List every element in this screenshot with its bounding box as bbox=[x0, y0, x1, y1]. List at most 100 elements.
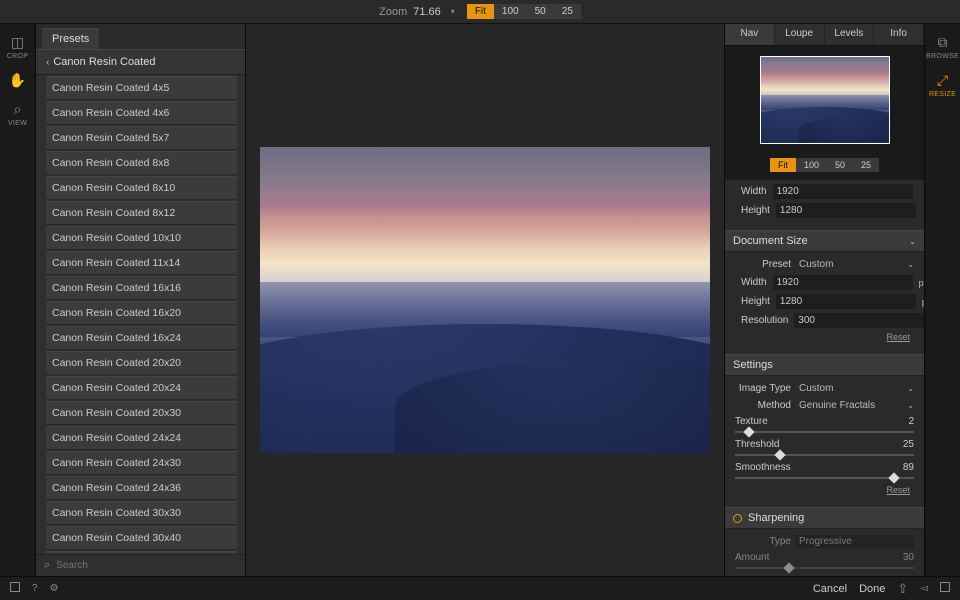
right-tool-strip: ⧉Browse ⤢Resize bbox=[924, 24, 960, 576]
preset-item[interactable]: Canon Resin Coated 20x24 bbox=[46, 376, 237, 400]
chevron-down-icon[interactable]: ⌄ bbox=[907, 384, 914, 393]
quick-height-input[interactable] bbox=[776, 203, 916, 218]
doc-width-input[interactable] bbox=[773, 275, 913, 290]
tool-resize[interactable]: ⤢Resize bbox=[929, 72, 956, 98]
tab-levels[interactable]: Levels bbox=[825, 24, 875, 45]
share-icon[interactable]: ⇪ bbox=[897, 581, 908, 597]
tool-pan[interactable]: ✋ bbox=[9, 72, 26, 89]
preset-item[interactable]: Canon Resin Coated 20x30 bbox=[46, 401, 237, 425]
preset-item[interactable]: Canon Resin Coated 4x5 bbox=[46, 76, 237, 100]
doc-height-label: Height bbox=[741, 296, 770, 307]
section-title: Sharpening bbox=[748, 512, 804, 524]
tool-view[interactable]: ⌕View bbox=[8, 101, 27, 127]
section-sharpening[interactable]: Sharpening bbox=[725, 507, 924, 529]
preset-select[interactable]: Custom bbox=[795, 258, 901, 271]
grid-icon[interactable] bbox=[10, 582, 20, 595]
preset-item[interactable]: Canon Resin Coated 16x20 bbox=[46, 301, 237, 325]
zoom-btn-100[interactable]: 100 bbox=[494, 4, 527, 19]
nav-preview[interactable] bbox=[760, 56, 890, 144]
tool-crop[interactable]: ◫Crop bbox=[7, 34, 28, 60]
preset-item[interactable]: Canon Resin Coated 4x6 bbox=[46, 101, 237, 125]
preset-item[interactable]: Canon Resin Coated 10x10 bbox=[46, 226, 237, 250]
quick-height-label: Height bbox=[741, 205, 770, 216]
preset-item[interactable]: Canon Resin Coated 11x14 bbox=[46, 251, 237, 275]
image-type-select[interactable]: Custom bbox=[795, 382, 901, 395]
preset-search: ⌕ bbox=[36, 554, 245, 576]
preset-item[interactable]: Canon Resin Coated 8x12 bbox=[46, 201, 237, 225]
zoom-btn-25[interactable]: 25 bbox=[554, 4, 581, 19]
right-inspector: NavLoupeLevelsInfo Fit1005025 Width Heig… bbox=[724, 24, 924, 576]
zoom-label: Zoom bbox=[379, 6, 407, 18]
chevron-down-icon[interactable]: ⌄ bbox=[907, 260, 914, 269]
done-button[interactable]: Done bbox=[859, 583, 885, 595]
preset-item[interactable]: Canon Resin Coated 16x16 bbox=[46, 276, 237, 300]
image-type-label: Image Type bbox=[735, 383, 791, 394]
cancel-button[interactable]: Cancel bbox=[813, 583, 847, 595]
preset-item[interactable]: Canon Resin Coated 8x8 bbox=[46, 151, 237, 175]
app-icon[interactable] bbox=[940, 582, 950, 595]
preset-item[interactable]: Canon Resin Coated 5x7 bbox=[46, 126, 237, 150]
gear-icon[interactable]: ⚙ bbox=[50, 583, 59, 594]
browse-icon: ⧉ bbox=[937, 34, 947, 51]
nav-zoom-100[interactable]: 100 bbox=[796, 158, 827, 172]
chevron-left-icon: ‹ bbox=[46, 57, 49, 68]
nav-zoom-buttons: Fit1005025 bbox=[725, 154, 924, 180]
zoom-buttons: Fit1005025 bbox=[467, 4, 581, 19]
section-settings[interactable]: Settings bbox=[725, 354, 924, 376]
tab-info[interactable]: Info bbox=[874, 24, 924, 45]
threshold-slider[interactable]: Threshold25 bbox=[731, 437, 918, 460]
presets-panel: Presets ‹ Canon Resin Coated Canon Resin… bbox=[36, 24, 246, 576]
preset-item[interactable]: Canon Resin Coated 30x30 bbox=[46, 501, 237, 525]
chevron-down-icon[interactable]: ⌄ bbox=[907, 401, 914, 410]
preset-item[interactable]: Canon Resin Coated 16x24 bbox=[46, 326, 237, 350]
main-image-preview[interactable] bbox=[260, 147, 710, 453]
zoom-value[interactable]: 71.66 bbox=[413, 6, 441, 18]
zoom-btn-50[interactable]: 50 bbox=[527, 4, 554, 19]
search-input[interactable] bbox=[56, 560, 237, 571]
back-icon[interactable]: ◅ bbox=[920, 583, 928, 594]
crop-icon: ◫ bbox=[11, 34, 24, 51]
right-tabs: NavLoupeLevelsInfo bbox=[725, 24, 924, 46]
section-title: Settings bbox=[733, 359, 773, 371]
ring-icon bbox=[733, 514, 742, 523]
view-icon: ⌕ bbox=[14, 101, 22, 118]
doc-res-input[interactable] bbox=[794, 313, 924, 328]
chevron-down-icon[interactable]: ▾ bbox=[451, 7, 455, 16]
preset-item[interactable]: Canon Resin Coated 24x30 bbox=[46, 451, 237, 475]
preset-label: Preset bbox=[735, 259, 791, 270]
texture-slider[interactable]: Texture2 bbox=[731, 414, 918, 437]
tab-nav[interactable]: Nav bbox=[725, 24, 775, 45]
doc-height-input[interactable] bbox=[776, 294, 916, 309]
preset-item[interactable]: Canon Resin Coated 24x36 bbox=[46, 476, 237, 500]
settings-reset[interactable]: Reset bbox=[731, 483, 918, 497]
section-title: Document Size bbox=[733, 235, 808, 247]
chevron-down-icon: ⌄ bbox=[909, 237, 916, 246]
help-icon[interactable]: ? bbox=[32, 583, 38, 594]
preset-item[interactable]: Canon Resin Coated 30x40 bbox=[46, 526, 237, 550]
bottom-bar: ? ⚙ Cancel Done ⇪ ◅ bbox=[0, 576, 960, 600]
smoothness-slider[interactable]: Smoothness89 bbox=[731, 460, 918, 483]
amount-slider[interactable]: Amount30 bbox=[731, 550, 918, 573]
canvas-area[interactable] bbox=[246, 24, 724, 576]
tool-browse[interactable]: ⧉Browse bbox=[926, 34, 959, 60]
tab-loupe[interactable]: Loupe bbox=[775, 24, 825, 45]
preset-list[interactable]: Canon Resin Coated 4x5Canon Resin Coated… bbox=[36, 75, 245, 554]
preset-item[interactable]: Canon Resin Coated 8x10 bbox=[46, 176, 237, 200]
method-select[interactable]: Genuine Fractals bbox=[795, 399, 901, 412]
preset-group-name: Canon Resin Coated bbox=[53, 56, 155, 68]
quick-width-label: Width bbox=[741, 186, 767, 197]
preset-group-header[interactable]: ‹ Canon Resin Coated bbox=[36, 49, 245, 75]
quick-width-input[interactable] bbox=[773, 184, 913, 199]
nav-zoom-50[interactable]: 50 bbox=[827, 158, 853, 172]
protect-label: Protect: bbox=[731, 573, 918, 576]
nav-zoom-25[interactable]: 25 bbox=[853, 158, 879, 172]
preset-item[interactable]: Canon Resin Coated 20x20 bbox=[46, 351, 237, 375]
doc-size-reset[interactable]: Reset bbox=[731, 330, 918, 344]
nav-zoom-fit[interactable]: Fit bbox=[770, 158, 796, 172]
sharp-type-select[interactable]: Progressive bbox=[795, 535, 914, 548]
tab-presets[interactable]: Presets bbox=[42, 28, 99, 49]
preset-item[interactable]: Canon Resin Coated 24x24 bbox=[46, 426, 237, 450]
pan-icon: ✋ bbox=[9, 72, 26, 89]
section-document-size[interactable]: Document Size ⌄ bbox=[725, 230, 924, 252]
zoom-btn-fit[interactable]: Fit bbox=[467, 4, 494, 19]
